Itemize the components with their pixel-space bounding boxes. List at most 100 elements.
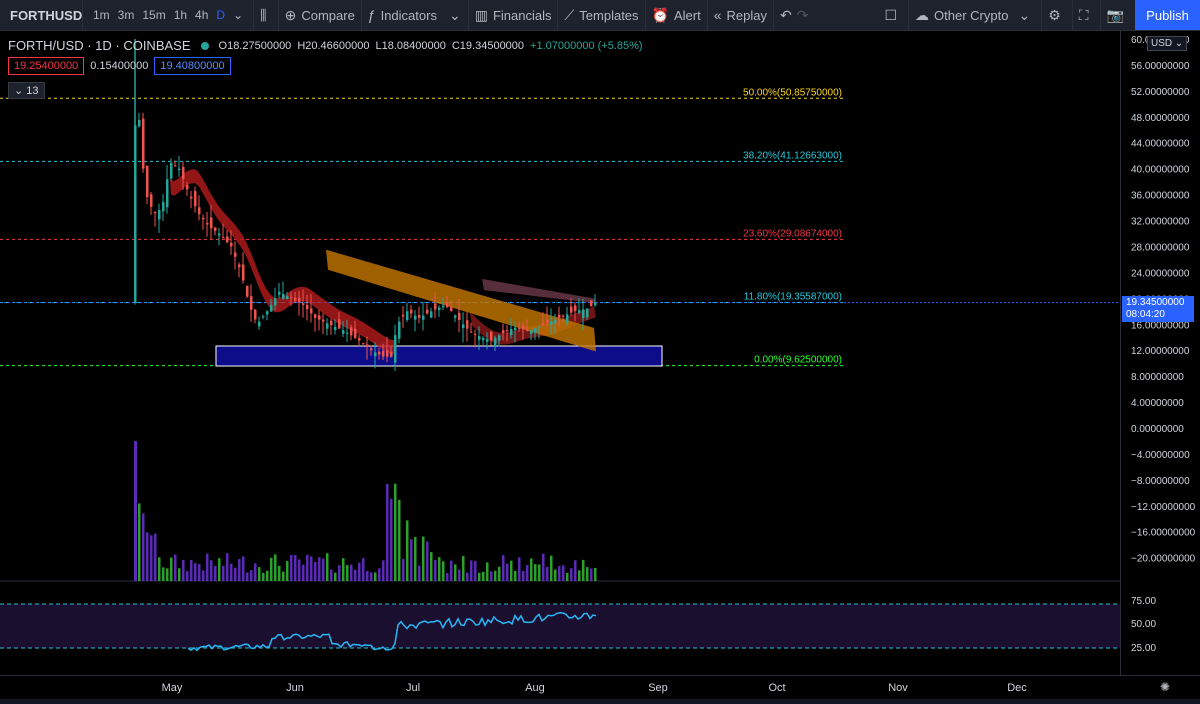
volume-bar xyxy=(362,558,365,581)
redo-icon[interactable]: ↷ xyxy=(797,7,809,24)
rsi-axis-label: 50.00 xyxy=(1131,619,1156,630)
time-axis-label: Nov xyxy=(888,682,908,694)
reset-clock-icon[interactable]: ✺ xyxy=(1160,680,1170,694)
candle-body xyxy=(494,337,497,347)
candle-body xyxy=(418,315,421,318)
volume-bar xyxy=(190,560,193,581)
candle-body xyxy=(382,350,385,357)
legend-open: O18.27500000 xyxy=(218,39,292,52)
timeframe-3m[interactable]: 3m xyxy=(114,8,139,22)
volume-bar xyxy=(294,555,297,581)
volume-bar xyxy=(562,565,565,581)
price-axis-label: 56.00000000 xyxy=(1131,61,1190,72)
current-price: 19.34500000 xyxy=(1126,297,1185,308)
candle-body xyxy=(154,212,157,214)
chevron-down-icon[interactable]: ⌄ xyxy=(229,8,247,22)
screenshot-button[interactable]: 📷 xyxy=(1099,0,1135,30)
timeframe-1d[interactable]: D xyxy=(212,8,229,22)
candle-body xyxy=(466,320,469,329)
rsi-axis-label: 75.00 xyxy=(1131,596,1156,607)
compare-button[interactable]: ⊕ Compare xyxy=(277,0,361,30)
price-axis[interactable]: 60.0000000056.0000000052.0000000048.0000… xyxy=(1120,31,1200,675)
settings-button[interactable]: ⚙ xyxy=(1041,0,1072,30)
timeframe-1h[interactable]: 1h xyxy=(170,8,191,22)
candle-body xyxy=(434,303,437,310)
volume-bar xyxy=(358,562,361,581)
layout-select[interactable]: ☁ Other Crypto ⌄ xyxy=(908,0,1041,30)
chevron-down-icon: ⌄ xyxy=(14,85,27,97)
volume-bar xyxy=(522,570,525,581)
rsi-band xyxy=(0,604,1120,648)
volume-bar xyxy=(530,558,533,581)
publish-button[interactable]: Publish xyxy=(1135,0,1200,30)
volume-bar xyxy=(482,571,485,581)
price-axis-label: 8.00000000 xyxy=(1131,372,1184,383)
volume-bar xyxy=(486,562,489,581)
candle-body xyxy=(206,222,209,225)
rewind-icon: « xyxy=(713,7,722,23)
indicators-toggle[interactable]: ⌄ 13 xyxy=(8,82,45,99)
time-axis-label: Dec xyxy=(1007,682,1027,694)
currency-select[interactable]: USD ⌄ xyxy=(1147,36,1188,51)
chart-legend: FORTH/USD · 1D · COINBASE O18.27500000 H… xyxy=(8,38,649,53)
volume-bar xyxy=(490,571,493,581)
alert-button[interactable]: ⏰ Alert xyxy=(644,0,707,30)
volume-bar xyxy=(370,572,373,581)
chart-canvas[interactable]: 50.00%(50.85750000) 38.20%(41.12663000) 23… xyxy=(0,31,1120,675)
candle-body xyxy=(262,316,265,318)
candle-body xyxy=(350,327,353,336)
templates-button[interactable]: ⟋ Templates xyxy=(557,0,644,30)
candle-body xyxy=(422,315,425,320)
timeframe-15m[interactable]: 15m xyxy=(138,8,169,22)
candle-body xyxy=(278,291,281,295)
ask-price[interactable]: 19.40800000 xyxy=(154,57,231,75)
chart-area[interactable]: 50.00%(50.85750000) 38.20%(41.12663000) 23… xyxy=(0,31,1120,675)
candle-body xyxy=(506,330,509,332)
volume-bar xyxy=(546,566,549,581)
volume-bar xyxy=(146,532,149,581)
volume-bar xyxy=(302,564,305,581)
price-axis-label: 52.00000000 xyxy=(1131,87,1190,98)
layout-name: Other Crypto xyxy=(934,7,1009,23)
square-icon: ☐ xyxy=(884,6,898,23)
time-axis-label: Aug xyxy=(525,682,545,694)
volume-bar xyxy=(246,572,249,581)
volume-bar xyxy=(138,503,141,581)
bid-price[interactable]: 19.25400000 xyxy=(8,57,85,75)
candle-body xyxy=(578,310,581,313)
candle-body xyxy=(430,311,433,318)
volume-bar xyxy=(410,539,413,581)
volume-bar xyxy=(238,559,241,581)
fullscreen-button[interactable]: ⛶ xyxy=(1071,0,1100,30)
volume-bar xyxy=(394,483,397,581)
volume-bar xyxy=(182,559,185,581)
undo-icon[interactable]: ↶ xyxy=(780,7,792,24)
time-axis[interactable]: May Jun Jul Aug Sep Oct Nov Dec xyxy=(0,675,1200,699)
candle-body xyxy=(158,209,161,220)
candle-body xyxy=(470,331,473,333)
volume-bar xyxy=(526,565,529,581)
chart-type-button[interactable]: ⫼ xyxy=(253,0,277,30)
currency-label: USD xyxy=(1151,38,1173,49)
indicators-button[interactable]: ƒ Indicators ⌄ xyxy=(360,0,468,30)
volume-bar xyxy=(334,572,337,581)
legend-change: +1.07000000 (+5.85%) xyxy=(530,39,643,52)
candle-body xyxy=(234,252,237,257)
volume-bar xyxy=(386,484,389,581)
current-price-tag: 19.34500000 08:04:20 xyxy=(1122,296,1194,322)
layout-button[interactable]: ☐ xyxy=(878,0,908,30)
indicator-count: 13 xyxy=(26,85,39,97)
candle-body xyxy=(590,300,593,307)
timeframe-4h[interactable]: 4h xyxy=(191,8,212,22)
fullscreen-icon: ⛶ xyxy=(1078,6,1089,23)
chevron-down-icon: ⌄ xyxy=(1018,6,1031,23)
symbol-search[interactable]: FORTHUSD xyxy=(0,0,82,30)
volume-bar xyxy=(422,536,425,581)
candle-body xyxy=(318,315,321,320)
candle-body xyxy=(218,233,221,236)
replay-button[interactable]: «Replay xyxy=(706,0,773,30)
candle-body xyxy=(490,331,493,341)
timeframe-1m[interactable]: 1m xyxy=(89,8,114,22)
financials-button[interactable]: ▥ Financials xyxy=(467,0,558,30)
volume-bar xyxy=(290,554,293,581)
